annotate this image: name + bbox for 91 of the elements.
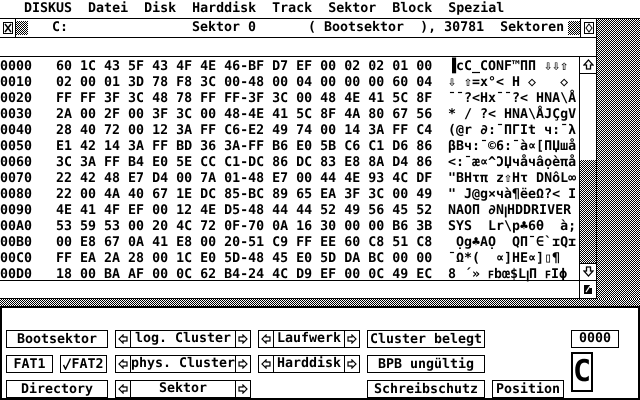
right-arrow-button[interactable] <box>344 331 359 347</box>
fullscreen-icon[interactable] <box>580 18 596 37</box>
ascii-cell-text: Ọg♣AỌ QП¯∈`ɪQɪ <box>455 234 578 251</box>
menu-item[interactable]: Sektor <box>320 0 384 18</box>
hex-cell-text: 18 00 BA AF 00 0C 62 B4-24 4C D9 EF 00 0C 49 EC <box>56 266 434 283</box>
menu-item[interactable]: DISKUS <box>16 0 80 18</box>
ascii-cell-text: SYS Lr\p♣6θ à; <box>448 218 578 235</box>
counter-display: 0000 <box>571 330 619 348</box>
ascii-cell-text: ▐cC_CONF™ПП ⇩⇩⇧ <box>448 58 570 75</box>
offset-cell-text: 0040 <box>0 122 34 139</box>
spinner-label: Harddisk <box>276 356 342 372</box>
sector-info: ( Bootsektor ), 30781 Sektoren <box>308 20 566 36</box>
ascii-cell-text: ¯Ω*( ∝]HE∝]▯¶ <box>448 250 562 267</box>
panel-button[interactable]: Bootsektor <box>6 330 108 348</box>
offset-cell-text: 0000 <box>0 58 34 75</box>
resize-handle[interactable] <box>583 284 593 295</box>
offset-cell-text: 00B0 <box>0 234 34 251</box>
menu-item[interactable]: Spezial <box>440 0 512 18</box>
left-arrow-button[interactable] <box>259 331 274 347</box>
hex-cell-text: 4E 41 4F EF 00 12 4E D5-48 44 44 52 49 56 45 52 <box>56 202 434 219</box>
toggle-button[interactable]: FAT1 <box>6 355 53 373</box>
panel-button[interactable]: Directory <box>6 380 108 398</box>
right-arrow-button[interactable] <box>235 381 250 397</box>
scroll-up-button[interactable] <box>580 56 596 74</box>
ascii-cell-text: "BHτπ z⇧Hτ DNôL∞ <box>448 170 578 187</box>
offset-cell-text: 0060 <box>0 154 34 171</box>
close-icon[interactable] <box>0 18 16 37</box>
hex-cell-text: FF FF 3F 3C 48 78 FF FF-3F 3C 00 48 4E 41 5C 8F <box>56 90 434 107</box>
left-arrow-button[interactable] <box>116 331 131 347</box>
ascii-cell-text: <:¯æ∝^ƆЏчåчâọèπå <box>448 154 578 171</box>
left-arrow-button[interactable] <box>259 356 274 372</box>
spinner-field[interactable]: Harddisk <box>258 355 360 373</box>
spinner-field[interactable]: phys. Cluster <box>115 355 251 373</box>
hex-cell-text: 00 E8 67 0A 41 E8 00 20-51 C9 FF EE 60 C8 51 C8 <box>56 234 434 251</box>
spinner-field[interactable]: log. Cluster <box>115 330 251 348</box>
panel-button[interactable]: Position <box>492 380 564 398</box>
hex-cell-text: 22 42 48 E7 D4 00 7A 01-48 E7 00 44 4E 93 4C DF <box>56 170 434 187</box>
sector-label: Sektor 0 <box>192 20 258 36</box>
menu-item[interactable]: Track <box>264 0 320 18</box>
offset-cell-text: 0090 <box>0 202 34 219</box>
offset-cell-text: 0010 <box>0 74 34 91</box>
menu-item[interactable]: Datei <box>80 0 136 18</box>
offset-cell-text: 00D0 <box>0 266 34 283</box>
menu-item[interactable]: Harddisk <box>184 0 264 18</box>
offset-cell-text: 00C0 <box>0 250 34 267</box>
offset-cell-text: 0030 <box>0 106 34 123</box>
drive-letter-display: C <box>571 352 593 392</box>
hex-cell-text: E1 42 14 3A FF BD 36 3A-FF B6 E0 5B C6 C1 D6 86 <box>56 138 434 155</box>
title-bar-pattern <box>16 20 28 35</box>
spinner-field[interactable]: Laufwerk <box>258 330 360 348</box>
spinner-label: phys. Cluster <box>130 356 236 372</box>
ascii-cell-text: * / ?< HNA\ÅJÇgV <box>448 106 578 123</box>
ascii-cell-text: NAOП ∂NꞁHDDRIVER <box>448 202 572 219</box>
ascii-cell-text: (@r ∂:¯ПΓIt ч:¯λ <box>448 122 578 138</box>
offset-cell-text: 0080 <box>0 186 34 203</box>
panel-button[interactable]: BPB ungültig <box>367 355 485 373</box>
ascii-cell-text: βBч:¯©6:¯à∝[ПЏшå <box>448 138 578 154</box>
toggle-button[interactable]: FAT2 <box>60 355 107 373</box>
right-arrow-button[interactable] <box>344 356 359 372</box>
menu-item[interactable]: Disk <box>136 0 184 18</box>
offset-cell-text: 0070 <box>0 170 34 187</box>
hex-cell-text: 53 59 53 00 20 4C 72 0F-70 0A 16 30 00 00 B6 3B <box>56 218 434 235</box>
spinner-label: Laufwerk <box>276 331 342 347</box>
hex-cell-text: 60 1C 43 5F 43 4F 4E 46-BF D7 EF 00 02 02 01 00 <box>56 58 434 75</box>
panel-button[interactable]: Cluster belegt <box>367 330 485 348</box>
spinner-label: Sektor <box>158 381 208 397</box>
scrollbar-thumb[interactable] <box>580 74 596 160</box>
hex-cell-text: FF EA 2A 28 00 1C E0 5D-48 45 E0 5D DA BC 00 00 <box>56 250 434 267</box>
ascii-cell-text: 8 ´» ꜰbœ$LꞁП ꜰIϕ <box>448 266 568 283</box>
drive-label: C: <box>52 20 70 36</box>
right-arrow-button[interactable] <box>235 356 250 372</box>
spinner-field[interactable]: Sektor <box>115 380 251 398</box>
panel-button[interactable]: Schreibschutz <box>367 380 485 398</box>
hex-cell-text: 02 00 01 3D 78 F8 3C 00-48 00 04 00 00 00 60 04 <box>56 74 434 91</box>
ascii-cell-text: " J@g×чà¶ëeΩ?< I <box>448 186 578 203</box>
title-bar-pattern <box>568 20 580 35</box>
ascii-cell-text: ⇩ ⇧=x°< H ◇ ◇ <box>448 74 568 90</box>
hex-cell-text: 28 40 72 00 12 3A FF C6-E2 49 74 00 14 3A FF C4 <box>56 122 434 139</box>
offset-cell-text: 00A0 <box>0 218 34 235</box>
menu-item[interactable]: Block <box>384 0 440 18</box>
scroll-down-button[interactable] <box>580 262 596 280</box>
right-arrow-button[interactable] <box>235 331 250 347</box>
spinner-label: log. Cluster <box>134 331 232 347</box>
left-arrow-button[interactable] <box>116 381 131 397</box>
hex-cell-text: 2A 00 2F 00 3F 3C 00 48-4E 41 5C 8F 4A 80 67 56 <box>56 106 434 123</box>
hex-cell-text: 3C 3A FF B4 E0 5E CC C1-DC 86 DC 83 E8 8A D4 86 <box>56 154 434 171</box>
hex-cell-text: 22 00 4A 40 67 1E DC 85-BC 89 65 EA 3F 3C 00 49 <box>56 186 434 203</box>
offset-cell-text: 0050 <box>0 138 34 155</box>
offset-cell-text: 0020 <box>0 90 34 107</box>
ascii-cell-text: ¯¯?<Hx¯¯?< HNA\Å <box>448 90 578 106</box>
left-arrow-button[interactable] <box>116 356 131 372</box>
